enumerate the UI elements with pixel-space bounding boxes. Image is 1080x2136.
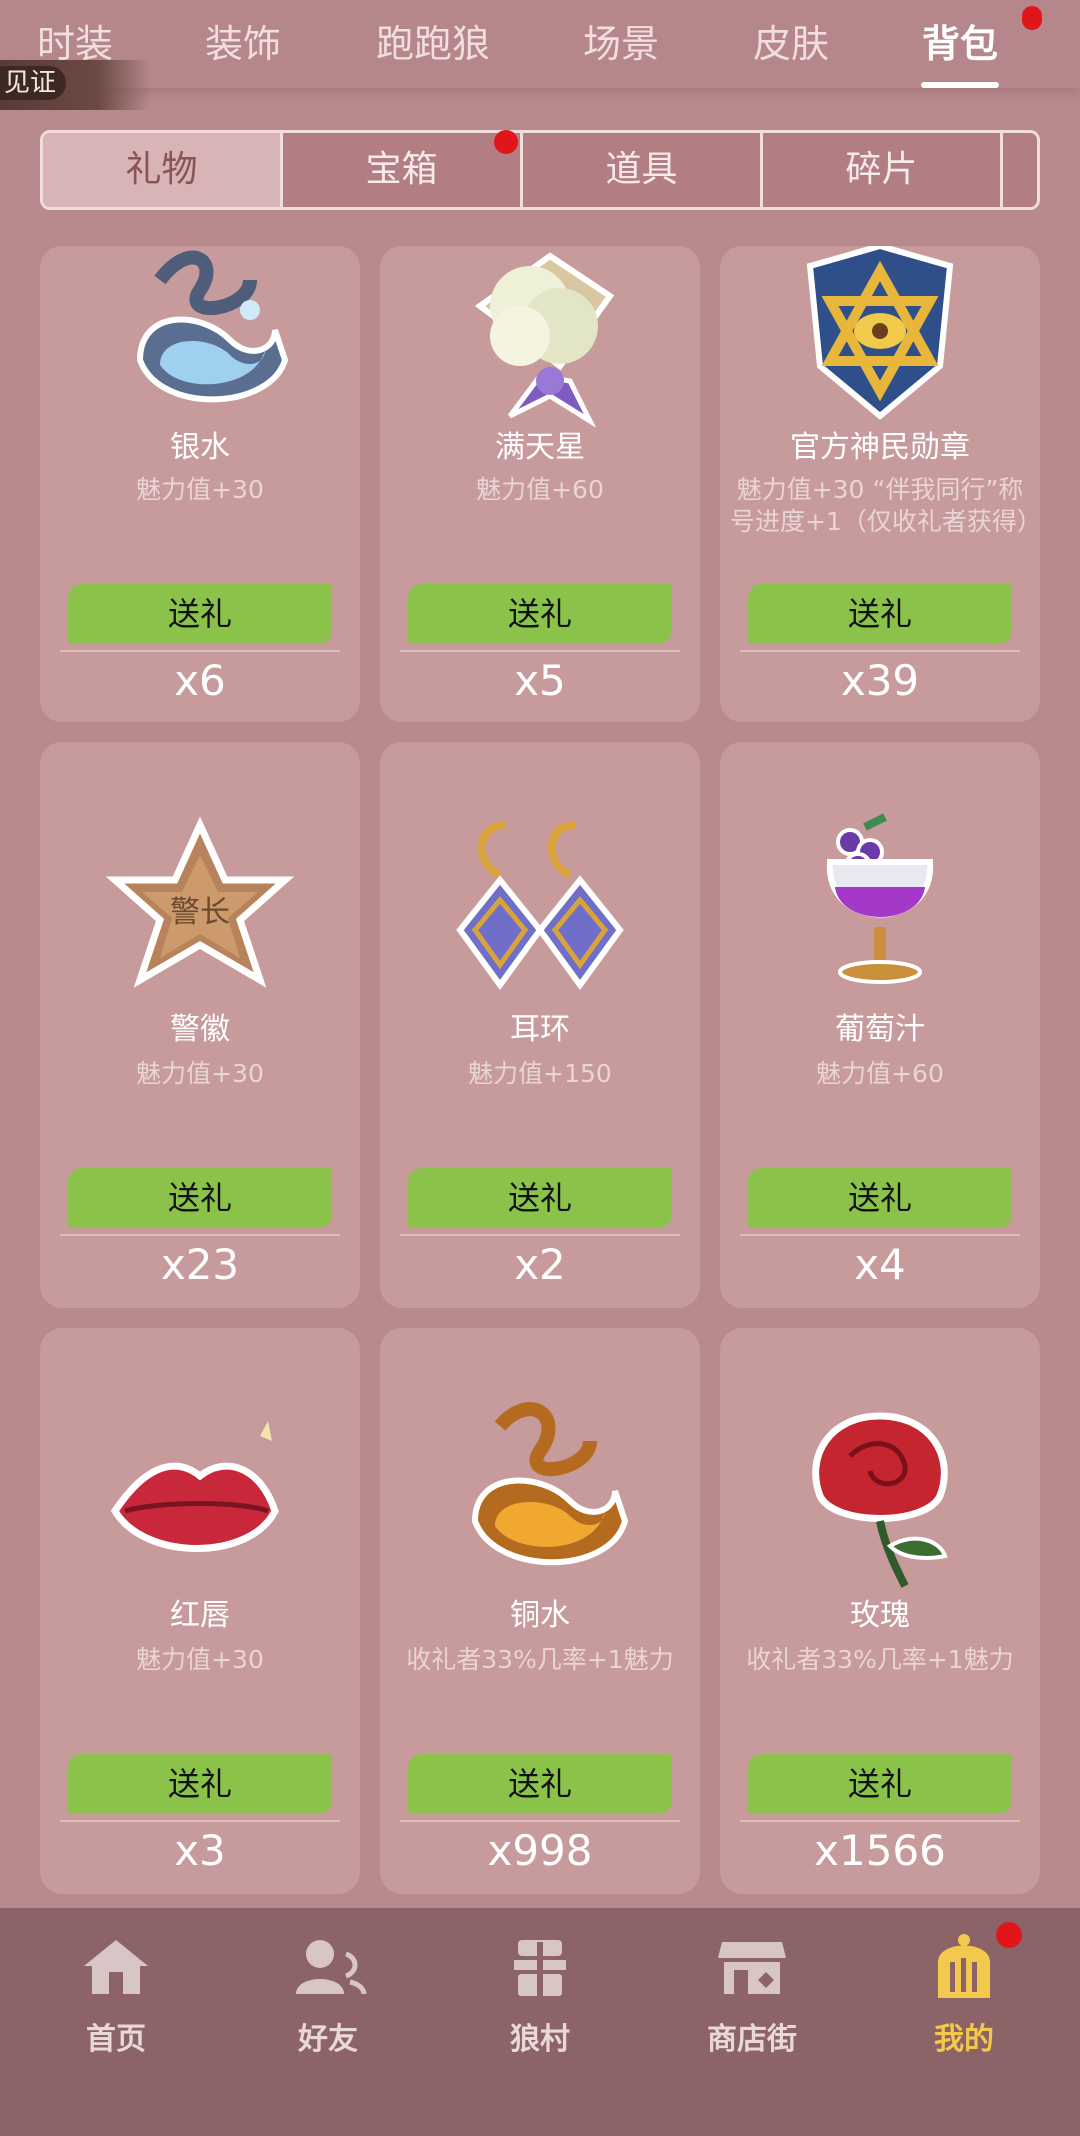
police-badge-icon: 警长 [105,816,295,988]
gift-card: 警长 警徽 魅力值+30 送礼 x23 [40,742,360,1308]
gift-card: 红唇 魅力值+30 送礼 x3 [40,1328,360,1894]
gift-count: x5 [514,656,566,705]
notification-dot [494,130,518,154]
gift-description: 收礼者33%几率+1魅力 [746,1645,1014,1674]
babys-breath-bouquet-icon [474,252,615,428]
gift-name: 警徽 [170,1012,230,1047]
gift-card: 铜水 收礼者33%几率+1魅力 送礼 x998 [380,1328,700,1894]
send-gift-button[interactable]: 送礼 [748,1168,1012,1228]
gift-name: 官方神民勋章 [790,430,970,465]
gift-description: 魅力值+30 [136,1645,264,1674]
top-tab-bar: 时装 装饰 跑跑狼 场景 皮肤 背包 [0,0,1080,88]
tab-running-wolf[interactable]: 跑跑狼 [348,14,518,74]
rose-icon [812,1412,948,1588]
nav-village-label: 狼村 [510,2022,570,2057]
nav-shop-street-label: 商店街 [707,2022,797,2057]
send-gift-button[interactable]: 送礼 [408,584,672,644]
nav-friends-label: 好友 [298,2022,358,2057]
nav-profile[interactable]: 我的 [884,1932,1044,2072]
gift-count: x1566 [814,1826,946,1875]
gift-card: 葡萄汁 魅力值+60 送礼 x4 [720,742,1040,1308]
gift-description: 魅力值+30 “伴我同行”称号进度+1（仅收礼者获得） [730,475,1040,536]
tab-skin[interactable]: 皮肤 [706,14,876,74]
sub-tab-bar: 礼物 宝箱 道具 碎片 [40,130,1040,210]
gift-description: 魅力值+60 [476,475,604,504]
copper-water-icon [471,1402,629,1566]
gift-name: 银水 [170,430,230,465]
red-lips-icon [110,1421,279,1552]
shop-icon [718,1942,786,1994]
active-tab-indicator [921,82,999,88]
divider [60,1820,340,1822]
send-gift-button[interactable]: 送礼 [748,584,1012,644]
notification-dot [1022,6,1042,30]
send-gift-button[interactable]: 送礼 [748,1754,1012,1814]
gift-name: 满天星 [495,430,585,465]
gift-card: 官方神民勋章 魅力值+30 “伴我同行”称号进度+1（仅收礼者获得） 送礼 x3… [720,246,1040,722]
gift-card: 银水 魅力值+30 送礼 x6 [40,246,360,722]
divider [60,650,340,652]
gift-count: x4 [854,1240,906,1289]
gift-name: 红唇 [170,1598,230,1633]
send-gift-button[interactable]: 送礼 [408,1168,672,1228]
gift-description: 魅力值+30 [136,1059,264,1088]
gift-count: x6 [174,656,226,705]
gift-name: 葡萄汁 [835,1012,925,1047]
gift-name: 耳环 [510,1012,570,1047]
medal-icon [806,246,954,420]
subtab-fragments[interactable]: 碎片 [763,133,1003,207]
subtab-gifts[interactable]: 礼物 [43,133,283,207]
divider [400,1820,680,1822]
divider [60,1234,340,1236]
subtab-chests[interactable]: 宝箱 [283,133,523,207]
tab-decoration[interactable]: 装饰 [158,14,328,74]
send-gift-button[interactable]: 送礼 [408,1754,672,1814]
divider [740,1820,1020,1822]
nav-friends[interactable]: 好友 [248,1932,408,2072]
tab-scene[interactable]: 场景 [536,14,706,74]
witness-label: 见证 [0,66,67,100]
nav-shop-street[interactable]: 商店街 [672,1932,832,2072]
gift-card: 耳环 魅力值+150 送礼 x2 [380,742,700,1308]
gift-name: 玫瑰 [850,1598,910,1633]
gift-card: 玫瑰 收礼者33%几率+1魅力 送礼 x1566 [720,1328,1040,1894]
send-gift-button[interactable]: 送礼 [68,1168,332,1228]
divider [740,1234,1020,1236]
witness-badge[interactable]: 见证 [0,60,150,110]
send-gift-button[interactable]: 送礼 [68,584,332,644]
gift-count: x998 [487,1826,593,1875]
gift-count: x23 [160,1240,240,1289]
friends-icon [296,1940,367,1995]
gift-count: x2 [514,1240,566,1289]
profile-icon [938,1934,990,1998]
village-icon [514,1940,566,1996]
gift-card: 满天星 魅力值+60 送礼 x5 [380,246,700,722]
gift-count: x3 [174,1826,226,1875]
divider [740,650,1020,652]
notification-dot [996,1922,1022,1948]
nav-profile-label: 我的 [934,2022,994,2057]
bottom-navigation: 首页 好友 狼村 商店街 我的 [0,1908,1080,2136]
home-icon [84,1940,148,1994]
earrings-icon [456,821,624,991]
grape-juice-icon [826,813,934,984]
svg-text:警长: 警长 [170,895,230,930]
gift-count: x39 [840,656,920,705]
divider [400,650,680,652]
gift-description: 魅力值+150 [468,1059,612,1088]
silver-water-icon [136,250,289,403]
subtab-items[interactable]: 道具 [523,133,763,207]
nav-home-label: 首页 [86,2022,146,2057]
subtab-more[interactable] [1003,133,1037,207]
send-gift-button[interactable]: 送礼 [68,1754,332,1814]
gift-description: 收礼者33%几率+1魅力 [406,1645,674,1674]
tab-backpack[interactable]: 背包 [875,14,1045,74]
gift-description: 魅力值+60 [816,1059,944,1088]
gift-description: 魅力值+30 [136,475,264,504]
nav-village[interactable]: 狼村 [460,1932,620,2072]
divider [400,1234,680,1236]
nav-home[interactable]: 首页 [36,1932,196,2072]
gift-name: 铜水 [510,1598,570,1633]
